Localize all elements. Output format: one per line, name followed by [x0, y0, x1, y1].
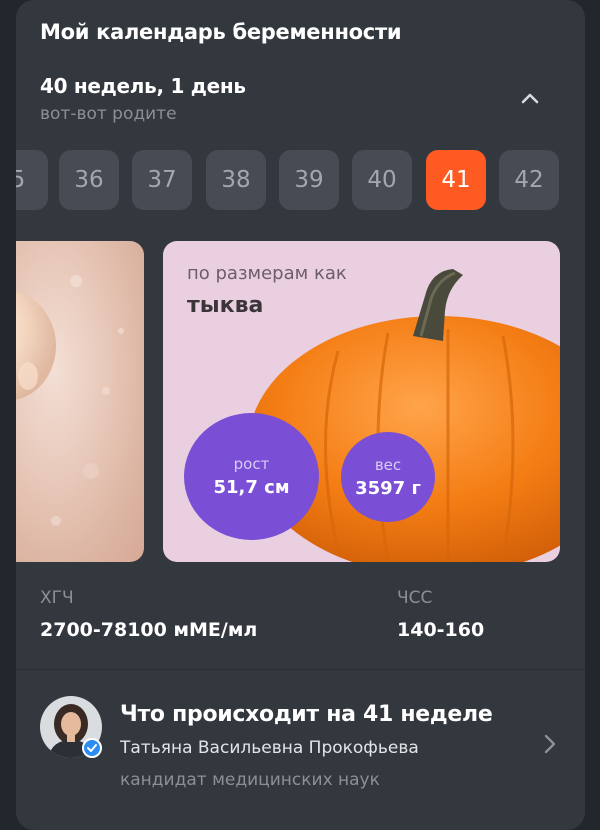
weight-bubble: вес 3597 г	[341, 432, 435, 522]
baby-photo-image	[16, 275, 124, 526]
weeks-subtitle: вот-вот родите	[40, 104, 177, 124]
hcg-label: ХГЧ	[40, 588, 74, 608]
size-fruit-name: тыква	[187, 293, 264, 318]
pregnancy-calendar-card: Мой календарь беременности 40 недель, 1 …	[16, 0, 585, 830]
week-chip-36[interactable]: 36	[59, 150, 119, 210]
week-chip-39[interactable]: 39	[279, 150, 339, 210]
week-chip-38[interactable]: 38	[206, 150, 266, 210]
heart-rate-label: ЧСС	[397, 588, 433, 608]
baby-photo-card[interactable]	[16, 241, 144, 562]
week-chip-41-selected[interactable]: 41	[426, 150, 486, 210]
chevron-up-icon	[521, 93, 539, 104]
author-degree: кандидат медицинских наук	[120, 770, 380, 790]
calendar-title: Мой календарь беременности	[40, 20, 402, 44]
height-label: рост	[233, 455, 270, 473]
collapse-button[interactable]	[514, 82, 546, 114]
author-avatar	[40, 696, 102, 758]
weight-label: вес	[374, 455, 402, 474]
fruit-size-card[interactable]: по размерам как тыква рост 51,7 см вес 3…	[163, 241, 560, 562]
article-title: Что происходит на 41 неделе	[120, 702, 493, 727]
weeks-count: 40 недель, 1 день	[40, 74, 246, 98]
size-prefix: по размерам как	[187, 263, 347, 284]
height-value: 51,7 см	[213, 477, 290, 498]
week-chip-37[interactable]: 37	[132, 150, 192, 210]
chevron-right-icon	[544, 734, 556, 754]
hcg-value: 2700-78100 мМЕ/мл	[40, 619, 258, 641]
height-bubble: рост 51,7 см	[184, 413, 319, 540]
week-chip-42[interactable]: 42	[499, 150, 559, 210]
week-chip-5[interactable]: 5	[16, 150, 48, 210]
week-chip-40[interactable]: 40	[352, 150, 412, 210]
article-link[interactable]: Что происходит на 41 неделе Татьяна Васи…	[16, 670, 585, 798]
weight-value: 3597 г	[355, 477, 421, 499]
author-name: Татьяна Васильевна Прокофьева	[120, 738, 419, 758]
verified-check-icon	[82, 738, 102, 758]
heart-rate-value: 140-160	[397, 619, 485, 641]
week-selector: 5 36 37 38 39 40 41 42	[16, 150, 585, 210]
